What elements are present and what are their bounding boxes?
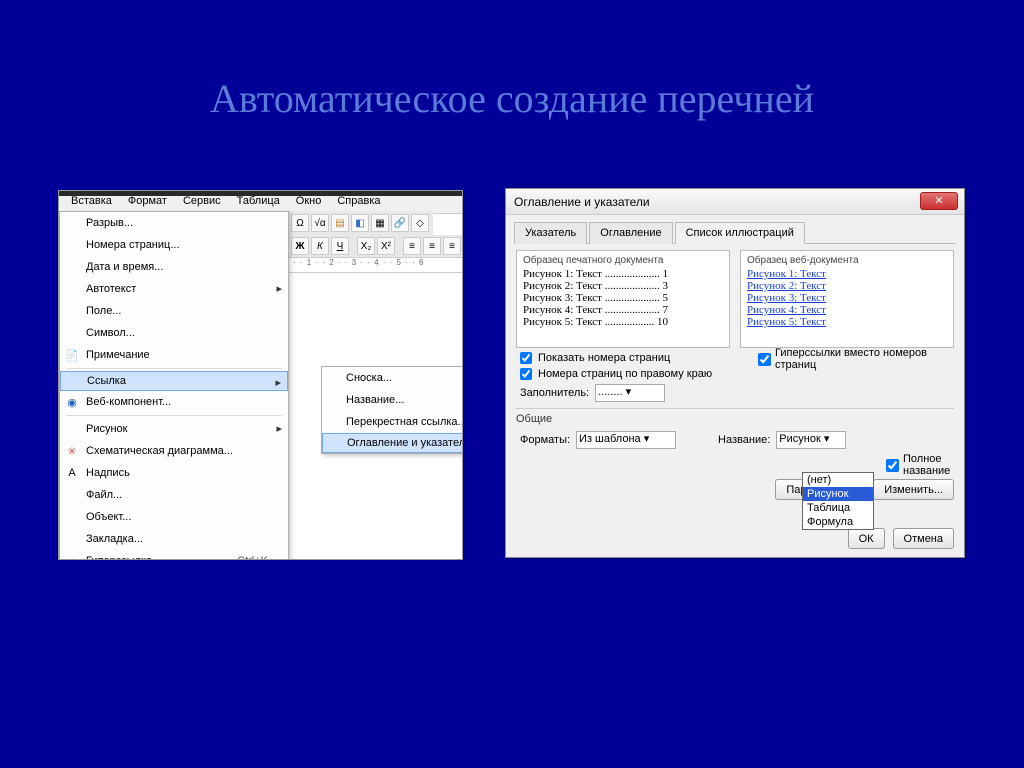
toolbar-formatting: Ж К Ч X₂ X² ≡ ≡ ≡ ≣ xyxy=(287,235,463,257)
submenu-toc-index[interactable]: Оглавление и указатели... xyxy=(322,433,463,453)
caption-option-formula[interactable]: Формула xyxy=(803,515,873,529)
menu-item-web-component[interactable]: ◉Веб-компонент... xyxy=(60,391,288,413)
menu-item-file[interactable]: Файл... xyxy=(60,484,288,506)
submenu-caption[interactable]: Название... xyxy=(322,389,463,411)
equation-icon[interactable]: √α xyxy=(311,214,329,232)
preview-link: Рисунок 1: Текст xyxy=(747,268,826,280)
tab-index[interactable]: Указатель xyxy=(514,222,587,244)
reference-submenu: Сноска... Название... Перекрестная ссылк… xyxy=(321,366,463,454)
menu-item-diagram[interactable]: ✳Схематическая диаграмма... xyxy=(60,440,288,462)
slide-title: Автоматическое создание перечней xyxy=(0,75,1024,122)
filler-label: Заполнитель: xyxy=(520,387,589,399)
list-item: Рисунок 4: Текст .................... 7 xyxy=(523,304,723,316)
underline-button[interactable]: Ч xyxy=(331,237,349,255)
menu-item-comment[interactable]: 📄Примечание xyxy=(60,344,288,366)
fullname-label: Полное название xyxy=(903,453,964,477)
align-right-icon[interactable]: ≡ xyxy=(443,237,461,255)
menu-item-bookmark[interactable]: Закладка... xyxy=(60,528,288,550)
insert-menu-dropdown: Разрыв... Номера страниц... Дата и время… xyxy=(59,211,289,560)
hyperlinks-checkbox-row: Гиперссылки вместо номеров страниц xyxy=(758,347,964,371)
preview-link: Рисунок 2: Текст xyxy=(747,280,826,292)
caption-option-none[interactable]: (нет) xyxy=(803,473,873,487)
web-preview: Образец веб-документа Рисунок 1: Текст Р… xyxy=(740,250,954,348)
chart-icon[interactable]: ▤ xyxy=(331,214,349,232)
show-page-numbers-checkbox[interactable] xyxy=(520,352,532,364)
fullname-checkbox[interactable] xyxy=(886,459,899,472)
hyperlinks-label: Гиперссылки вместо номеров страниц xyxy=(775,347,964,371)
menu-item-picture[interactable]: Рисунок xyxy=(60,418,288,440)
list-item: Рисунок 5: Текст .................. 10 xyxy=(523,316,723,328)
list-item: Рисунок 1: Текст .................... 1 xyxy=(523,268,723,280)
print-preview-label: Образец печатного документа xyxy=(523,255,723,266)
caption-option-figure[interactable]: Рисунок xyxy=(803,487,873,501)
menu-item-page-numbers[interactable]: Номера страниц... xyxy=(60,234,288,256)
dialog-title: Оглавление и указатели xyxy=(514,195,650,209)
submenu-footnote[interactable]: Сноска... xyxy=(322,367,463,389)
right-align-checkbox[interactable] xyxy=(520,368,532,380)
textbox-icon: A xyxy=(64,465,80,481)
shapes-icon[interactable]: ◇ xyxy=(411,214,429,232)
right-align-label: Номера страниц по правому краю xyxy=(538,368,712,380)
preview-link: Рисунок 3: Текст xyxy=(747,292,826,304)
menu-item-reference[interactable]: Ссылка xyxy=(60,371,288,391)
caption-label: Название: xyxy=(718,434,770,446)
ruler: · · 1 · · 2 · · 3 · · 4 · · 5 · · 6 xyxy=(287,257,462,273)
subscript-button[interactable]: X₂ xyxy=(357,237,375,255)
italic-button[interactable]: К xyxy=(311,237,329,255)
menu-separator xyxy=(66,368,282,369)
menu-item-break[interactable]: Разрыв... xyxy=(60,212,288,234)
ok-button[interactable]: ОК xyxy=(848,528,885,549)
modify-button[interactable]: Изменить... xyxy=(873,479,954,500)
bold-button[interactable]: Ж xyxy=(291,237,309,255)
document-icon: 📄 xyxy=(64,347,80,363)
link-icon: ∞ xyxy=(64,553,80,560)
editor-screenshot: Вставка Формат Сервис Таблица Окно Справ… xyxy=(58,190,463,560)
list-item: Рисунок 2: Текст .................... 3 xyxy=(523,280,723,292)
drawing-icon[interactable]: ◧ xyxy=(351,214,369,232)
menu-separator xyxy=(66,415,282,416)
preview-link: Рисунок 5: Текст xyxy=(747,316,826,328)
align-center-icon[interactable]: ≡ xyxy=(423,237,441,255)
menu-item-autotext[interactable]: Автотекст xyxy=(60,278,288,300)
caption-select[interactable]: Рисунок ▾ xyxy=(776,431,846,449)
menu-item-textbox[interactable]: AНадпись xyxy=(60,462,288,484)
show-page-numbers-label: Показать номера страниц xyxy=(538,352,670,364)
caption-option-table[interactable]: Таблица xyxy=(803,501,873,515)
menu-item-datetime[interactable]: Дата и время... xyxy=(60,256,288,278)
window-chrome xyxy=(59,191,462,196)
shortcut-text: Ctrl+K xyxy=(237,555,268,560)
preview-link: Рисунок 4: Текст xyxy=(747,304,826,316)
list-item: Рисунок 3: Текст .................... 5 xyxy=(523,292,723,304)
formats-select[interactable]: Из шаблона ▾ xyxy=(576,431,676,449)
tab-illustrations[interactable]: Список иллюстраций xyxy=(675,222,805,244)
align-left-icon[interactable]: ≡ xyxy=(403,237,421,255)
hyperlink-icon[interactable]: 🔗 xyxy=(391,214,409,232)
tab-toc[interactable]: Оглавление xyxy=(589,222,672,244)
diagram-icon: ✳ xyxy=(64,443,80,459)
menu-item-symbol[interactable]: Символ... xyxy=(60,322,288,344)
cancel-button[interactable]: Отмена xyxy=(893,528,954,549)
superscript-button[interactable]: X² xyxy=(377,237,395,255)
close-button[interactable]: ✕ xyxy=(920,192,958,210)
globe-icon: ◉ xyxy=(64,394,80,410)
dialog-titlebar: Оглавление и указатели ✕ xyxy=(506,189,964,215)
tabstrip: Указатель Оглавление Список иллюстраций xyxy=(514,221,956,244)
table-icon[interactable]: ▦ xyxy=(371,214,389,232)
toc-index-dialog: Оглавление и указатели ✕ Указатель Оглав… xyxy=(505,188,965,558)
hyperlinks-checkbox[interactable] xyxy=(758,353,771,366)
group-common: Общие xyxy=(516,408,954,425)
formats-label: Форматы: xyxy=(520,434,570,446)
print-preview: Образец печатного документа Рисунок 1: Т… xyxy=(516,250,730,348)
caption-dropdown-list: (нет) Рисунок Таблица Формула xyxy=(802,472,874,530)
menu-item-hyperlink[interactable]: ∞Гиперссылка...Ctrl+K xyxy=(60,550,288,560)
toolbar-main: Ω √α ▤ ◧ ▦ 🔗 ◇ xyxy=(287,211,433,235)
menu-item-object[interactable]: Объект... xyxy=(60,506,288,528)
omega-icon[interactable]: Ω xyxy=(291,214,309,232)
filler-select[interactable]: ........ ▾ xyxy=(595,384,665,402)
menu-item-field[interactable]: Поле... xyxy=(60,300,288,322)
web-preview-label: Образец веб-документа xyxy=(747,255,947,266)
submenu-crossref[interactable]: Перекрестная ссылка... xyxy=(322,411,463,433)
